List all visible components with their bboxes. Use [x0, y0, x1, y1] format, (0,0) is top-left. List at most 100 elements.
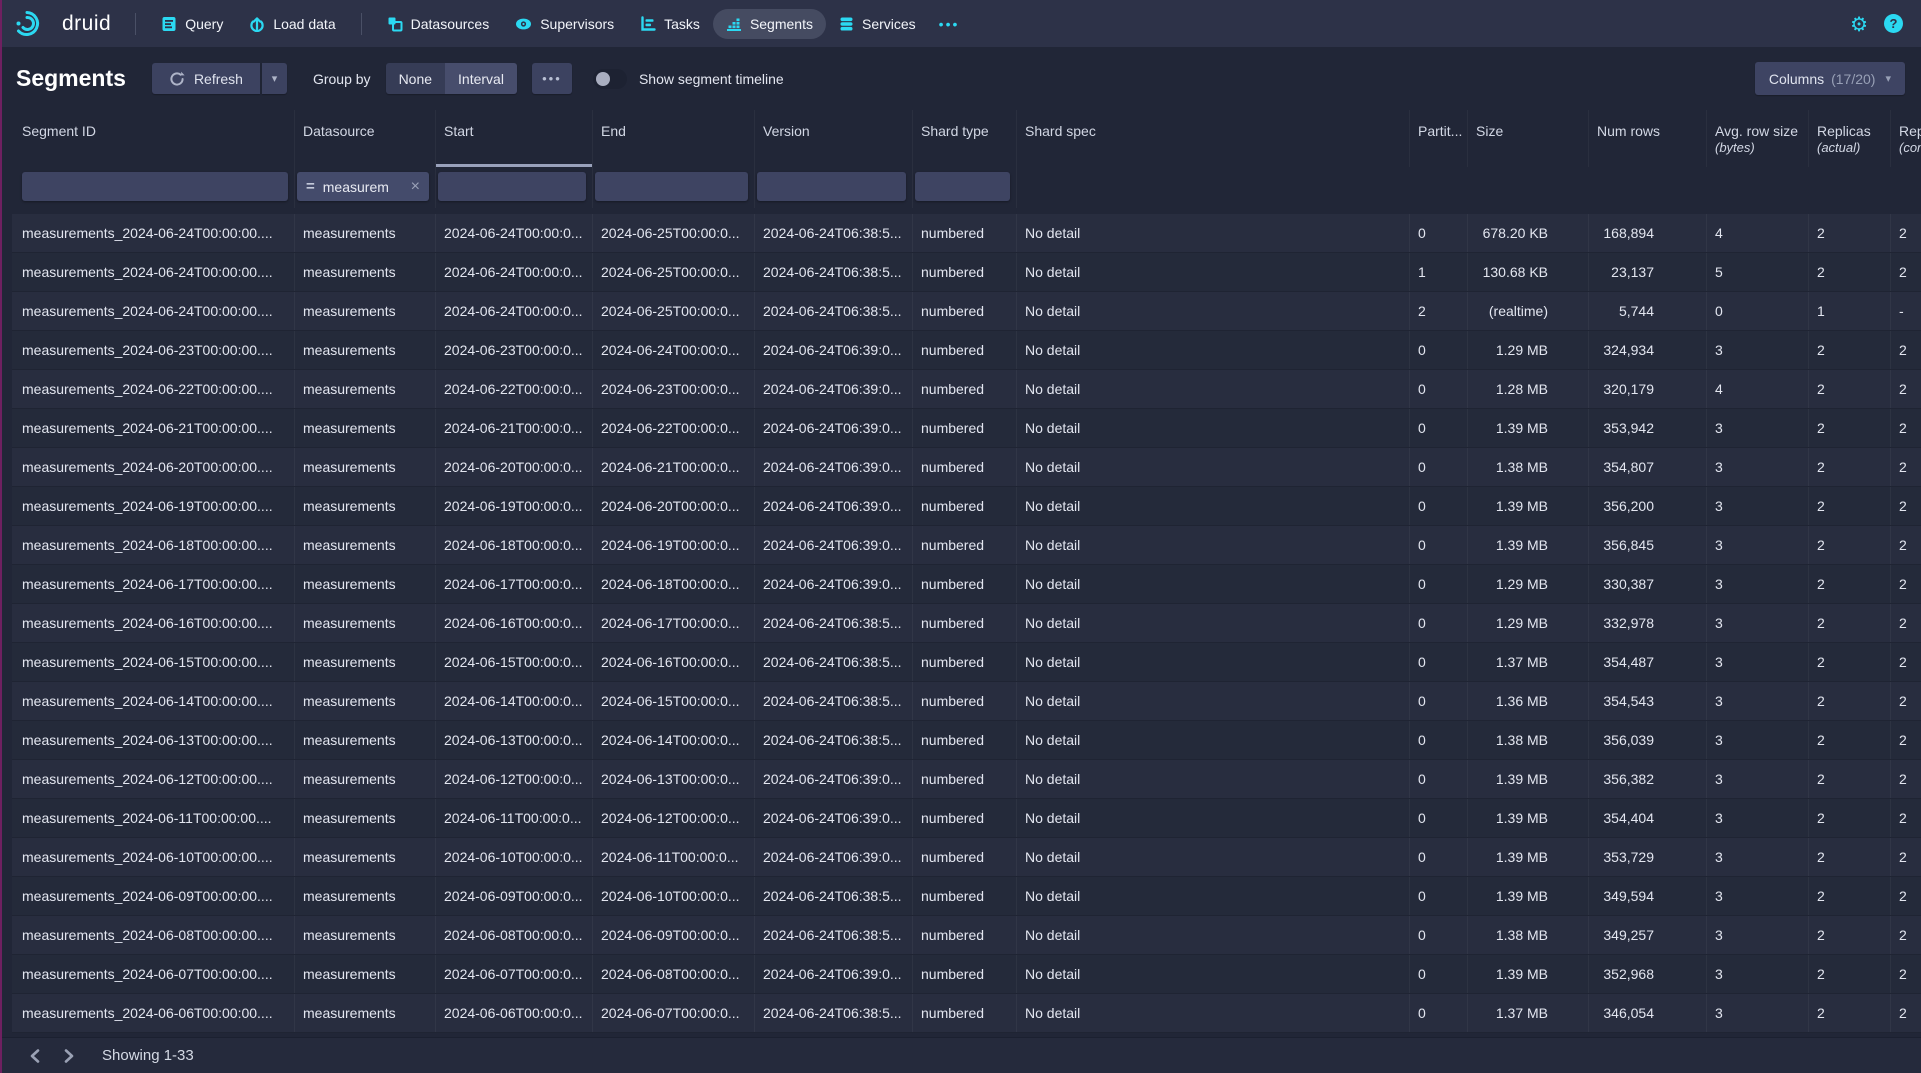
nav-item-tasks[interactable]: Tasks — [627, 9, 713, 39]
cell-shard-spec: No detail — [1017, 994, 1410, 1032]
cell-replicas: 2 — [1809, 682, 1891, 720]
table-row[interactable]: measurements_2024-06-18T00:00:00.... mea… — [12, 526, 1921, 565]
cell-start: 2024-06-17T00:00:0... — [436, 565, 593, 603]
cell-size: 1.39 MB — [1468, 799, 1589, 837]
nav-more-button[interactable]: ••• — [929, 9, 970, 39]
close-icon[interactable]: × — [411, 179, 420, 195]
pagination-bar: Showing 1-33 — [0, 1037, 1921, 1073]
table-row[interactable]: measurements_2024-06-08T00:00:00.... mea… — [12, 916, 1921, 955]
cell-datasource: measurements — [295, 604, 436, 642]
table-row[interactable]: measurements_2024-06-19T00:00:00.... mea… — [12, 487, 1921, 526]
segment-timeline-toggle[interactable] — [593, 69, 627, 89]
refresh-button[interactable]: Refresh — [152, 63, 260, 94]
previous-page-button[interactable] — [22, 1043, 48, 1069]
services-icon — [839, 16, 854, 32]
column-header-partition[interactable]: Partit... — [1410, 110, 1468, 167]
cell-replication-factor: 2 — [1891, 643, 1921, 681]
cell-replicas: 2 — [1809, 253, 1891, 291]
cell-partition: 1 — [1410, 253, 1468, 291]
table-row[interactable]: measurements_2024-06-24T00:00:00.... mea… — [12, 292, 1921, 331]
table-row[interactable]: measurements_2024-06-21T00:00:00.... mea… — [12, 409, 1921, 448]
cell-num-rows: 332,978 — [1589, 604, 1707, 642]
column-header-num-rows[interactable]: Num rows — [1589, 110, 1707, 167]
refresh-label: Refresh — [194, 71, 243, 87]
cell-replicas: 2 — [1809, 955, 1891, 993]
cell-start: 2024-06-12T00:00:0... — [436, 760, 593, 798]
nav-divider — [361, 13, 362, 35]
table-row[interactable]: measurements_2024-06-07T00:00:00.... mea… — [12, 955, 1921, 994]
cell-segment-id: measurements_2024-06-24T00:00:00.... — [12, 292, 295, 330]
table-row[interactable]: measurements_2024-06-13T00:00:00.... mea… — [12, 721, 1921, 760]
cell-replication-factor: 2 — [1891, 604, 1921, 642]
refresh-dropdown-button[interactable]: ▾ — [262, 63, 287, 94]
cell-shard-type: numbered — [913, 955, 1017, 993]
table-row[interactable]: measurements_2024-06-15T00:00:00.... mea… — [12, 643, 1921, 682]
column-header-size[interactable]: Size — [1468, 110, 1589, 167]
column-header-replication-factor[interactable]: Replication factor(configured) — [1891, 110, 1921, 167]
cell-datasource: measurements — [295, 526, 436, 564]
cell-replicas: 2 — [1809, 448, 1891, 486]
table-row[interactable]: measurements_2024-06-24T00:00:00.... mea… — [12, 214, 1921, 253]
cell-replicas: 2 — [1809, 331, 1891, 369]
table-row[interactable]: measurements_2024-06-11T00:00:00.... mea… — [12, 799, 1921, 838]
end-filter-input[interactable] — [595, 172, 748, 201]
column-header-shard-type[interactable]: Shard type — [913, 110, 1017, 167]
nav-item-label: Services — [862, 16, 916, 32]
table-row[interactable]: measurements_2024-06-24T00:00:00.... mea… — [12, 253, 1921, 292]
table-row[interactable]: measurements_2024-06-09T00:00:00.... mea… — [12, 877, 1921, 916]
nav-item-query[interactable]: Query — [148, 9, 236, 39]
table-row[interactable]: measurements_2024-06-12T00:00:00.... mea… — [12, 760, 1921, 799]
cell-datasource: measurements — [295, 721, 436, 759]
column-header-start[interactable]: Start — [436, 110, 593, 167]
table-row[interactable]: measurements_2024-06-23T00:00:00.... mea… — [12, 331, 1921, 370]
column-header-version[interactable]: Version — [755, 110, 913, 167]
toolbar-more-button[interactable]: ••• — [532, 63, 572, 94]
cell-partition: 0 — [1410, 682, 1468, 720]
table-row[interactable]: measurements_2024-06-16T00:00:00.... mea… — [12, 604, 1921, 643]
column-header-avg-row-size[interactable]: Avg. row size(bytes) — [1707, 110, 1809, 167]
cell-shard-type: numbered — [913, 721, 1017, 759]
segments-toolbar: Segments Refresh ▾ Group by None Interva… — [0, 47, 1921, 110]
cell-version: 2024-06-24T06:39:0... — [755, 448, 913, 486]
cell-end: 2024-06-10T00:00:0... — [593, 877, 755, 915]
nav-item-label: Tasks — [664, 16, 700, 32]
settings-gear-icon[interactable]: ⚙ — [1850, 14, 1868, 34]
table-row[interactable]: measurements_2024-06-22T00:00:00.... mea… — [12, 370, 1921, 409]
cell-version: 2024-06-24T06:38:5... — [755, 877, 913, 915]
next-page-button[interactable] — [56, 1043, 82, 1069]
version-filter-input[interactable] — [757, 172, 906, 201]
cell-datasource: measurements — [295, 838, 436, 876]
nav-item-segments[interactable]: Segments — [713, 9, 826, 39]
nav-item-services[interactable]: Services — [826, 9, 929, 39]
druid-logo[interactable]: druid — [15, 9, 111, 38]
cell-shard-type: numbered — [913, 292, 1017, 330]
column-header-datasource[interactable]: Datasource — [295, 110, 436, 167]
cell-num-rows: 354,487 — [1589, 643, 1707, 681]
table-row[interactable]: measurements_2024-06-14T00:00:00.... mea… — [12, 682, 1921, 721]
shard-type-filter-input[interactable] — [915, 172, 1010, 201]
help-icon[interactable]: ? — [1884, 14, 1903, 33]
cell-version: 2024-06-24T06:38:5... — [755, 643, 913, 681]
table-row[interactable]: measurements_2024-06-10T00:00:00.... mea… — [12, 838, 1921, 877]
column-header-shard-spec[interactable]: Shard spec — [1017, 110, 1410, 167]
start-filter-input[interactable] — [438, 172, 586, 201]
columns-button[interactable]: Columns (17/20) ▾ — [1755, 62, 1905, 95]
column-header-segment-id[interactable]: Segment ID — [12, 110, 295, 167]
segment-id-filter-input[interactable] — [22, 172, 288, 201]
cell-replication-factor: 2 — [1891, 682, 1921, 720]
nav-item-datasources[interactable]: Datasources — [374, 9, 503, 39]
nav-item-supervisors[interactable]: Supervisors — [502, 9, 627, 39]
table-row[interactable]: measurements_2024-06-20T00:00:00.... mea… — [12, 448, 1921, 487]
column-header-end[interactable]: End — [593, 110, 755, 167]
nav-item-load-data[interactable]: Load data — [236, 9, 348, 39]
table-row[interactable]: measurements_2024-06-06T00:00:00.... mea… — [12, 994, 1921, 1033]
group-by-none-button[interactable]: None — [386, 63, 445, 94]
group-by-interval-button[interactable]: Interval — [445, 63, 517, 94]
cell-shard-spec: No detail — [1017, 331, 1410, 369]
datasource-filter-chip[interactable]: = measurem × — [297, 172, 429, 201]
cell-start: 2024-06-24T00:00:0... — [436, 253, 593, 291]
cell-partition: 0 — [1410, 604, 1468, 642]
cell-avg-row-size: 3 — [1707, 604, 1809, 642]
column-header-replicas[interactable]: Replicas(actual) — [1809, 110, 1891, 167]
table-row[interactable]: measurements_2024-06-17T00:00:00.... mea… — [12, 565, 1921, 604]
